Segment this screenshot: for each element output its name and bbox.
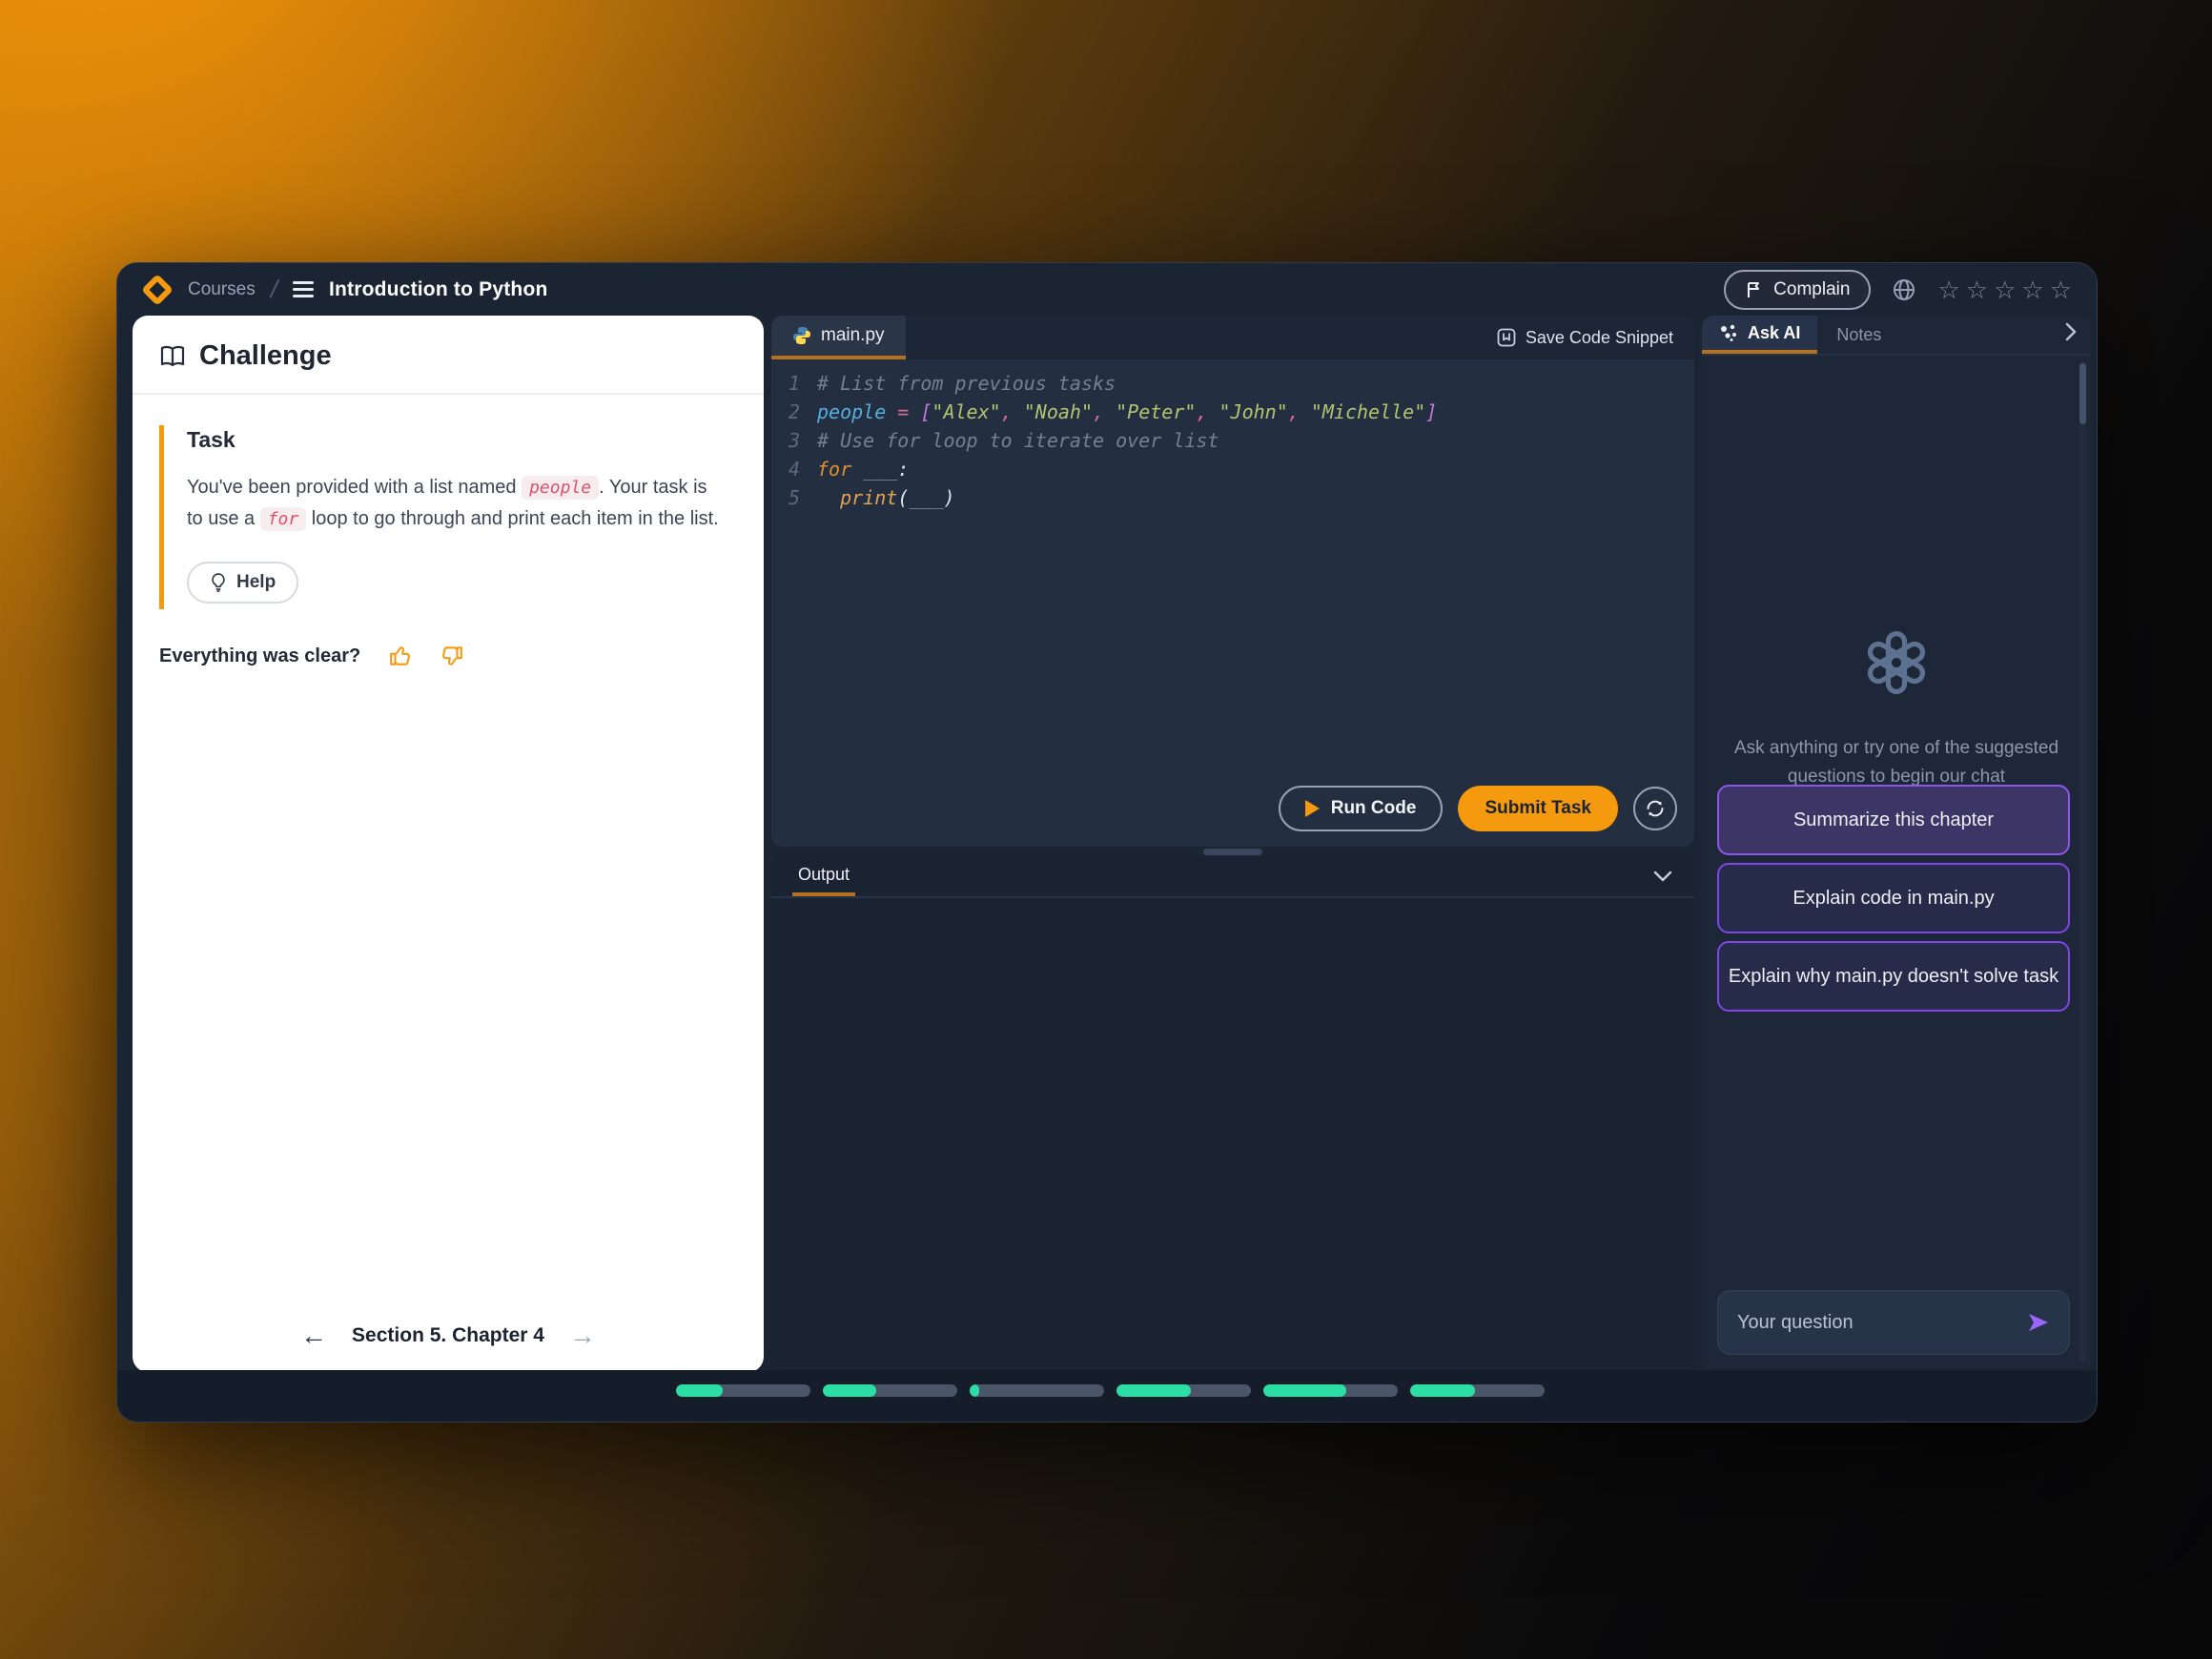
line-number: 4 — [771, 455, 817, 483]
refresh-icon — [1645, 798, 1666, 819]
code-line-content: # List from previous tasks — [817, 369, 1116, 398]
star-icon[interactable]: ☆ — [2021, 277, 2043, 302]
flag-icon — [1745, 280, 1764, 299]
openai-logo-icon — [1860, 626, 1933, 699]
progress-bar[interactable] — [970, 1384, 1104, 1397]
progress-bar[interactable] — [1410, 1384, 1545, 1397]
tab-main-py[interactable]: main.py — [771, 316, 906, 359]
tab-ask-ai[interactable]: Ask AI — [1702, 316, 1817, 354]
line-number: 2 — [771, 398, 817, 426]
progress-bar[interactable] — [1263, 1384, 1398, 1397]
inline-code-people: people — [522, 476, 599, 500]
drag-handle[interactable] — [1203, 849, 1262, 855]
progress-bar[interactable] — [1116, 1384, 1251, 1397]
progress-fill — [676, 1384, 723, 1397]
ask-ai-panel: Ask AI Notes — [1702, 316, 2091, 1372]
breadcrumb[interactable]: Courses — [188, 279, 256, 300]
ai-sparkle-icon — [1719, 323, 1738, 342]
thumbs-down-icon[interactable] — [439, 644, 463, 668]
task-description: You've been provided with a list named p… — [187, 472, 727, 535]
complain-button[interactable]: Complain — [1724, 270, 1871, 310]
course-menu-icon[interactable] — [293, 281, 314, 297]
code-line[interactable]: 2people = ["Alex", "Noah", "Peter", "Joh… — [771, 398, 1694, 426]
prev-chapter-arrow[interactable]: ← — [300, 1321, 327, 1351]
code-line[interactable]: 1# List from previous tasks — [771, 369, 1694, 398]
line-number: 1 — [771, 369, 817, 398]
suggested-question-button[interactable]: Summarize this chapter — [1717, 785, 2070, 855]
chapter-progress-bars — [676, 1384, 1545, 1397]
collapse-panel-icon[interactable] — [2064, 321, 2091, 349]
star-icon[interactable]: ☆ — [1937, 277, 1959, 302]
progress-fill — [1263, 1384, 1346, 1397]
progress-fill — [1410, 1384, 1475, 1397]
challenge-panel: Challenge Task You've been provided with… — [133, 316, 764, 1372]
book-icon — [159, 345, 186, 368]
star-icon[interactable]: ☆ — [1966, 277, 1988, 302]
star-icon[interactable]: ☆ — [1994, 277, 2016, 302]
output-panel: Output — [771, 856, 1694, 1372]
editor-output-splitter[interactable] — [771, 847, 1694, 856]
thumbs-up-icon[interactable] — [389, 644, 414, 668]
scrollbar-thumb[interactable] — [2079, 363, 2086, 424]
code-line-content: people = ["Alex", "Noah", "Peter", "John… — [817, 398, 1437, 426]
language-globe-icon[interactable] — [1892, 277, 1916, 302]
progress-bar[interactable] — [823, 1384, 957, 1397]
line-number: 5 — [771, 483, 817, 512]
question-input[interactable] — [1737, 1312, 2016, 1334]
next-chapter-arrow[interactable]: → — [569, 1321, 596, 1351]
top-bar: Courses / Introduction to Python Complai… — [117, 263, 2097, 316]
feedback-question: Everything was clear? — [159, 645, 360, 667]
lightbulb-icon — [210, 573, 227, 592]
star-icon[interactable]: ☆ — [2050, 277, 2072, 302]
suggested-questions: Summarize this chapter Explain code in ma… — [1717, 785, 2070, 1012]
code-line[interactable]: 4for ___: — [771, 455, 1694, 483]
run-code-button[interactable]: Run Code — [1279, 786, 1444, 831]
code-editor: main.py Save Code Snippet 1# List from p… — [771, 316, 1694, 847]
reset-code-button[interactable] — [1633, 787, 1677, 830]
rating-stars[interactable]: ☆☆☆☆☆ — [1937, 277, 2072, 302]
progress-bar[interactable] — [676, 1384, 810, 1397]
code-line-content: print(___) — [817, 483, 955, 512]
panel-scrollbar[interactable] — [2079, 361, 2086, 1362]
code-area[interactable]: 1# List from previous tasks2people = ["A… — [771, 359, 1694, 512]
save-code-snippet-button[interactable]: Save Code Snippet — [1497, 316, 1694, 359]
task-heading: Task — [187, 427, 737, 453]
breadcrumb-separator: / — [267, 275, 280, 304]
code-line-content: # Use for loop to iterate over list — [817, 426, 1219, 455]
code-line[interactable]: 3# Use for loop to iterate over list — [771, 426, 1694, 455]
suggested-question-button[interactable]: Explain why main.py doesn't solve task — [1717, 941, 2070, 1012]
send-icon[interactable] — [2027, 1312, 2050, 1333]
python-icon — [792, 326, 811, 345]
inline-code-for: for — [260, 507, 307, 531]
progress-fill — [1116, 1384, 1191, 1397]
course-title: Introduction to Python — [329, 278, 548, 301]
app-window: Courses / Introduction to Python Complai… — [116, 262, 2098, 1423]
tab-output[interactable]: Output — [792, 856, 855, 896]
snippet-icon — [1497, 328, 1516, 347]
code-line[interactable]: 5 print(___) — [771, 483, 1694, 512]
panel-title: Challenge — [199, 340, 332, 372]
task-block: Task You've been provided with a list na… — [159, 425, 737, 609]
question-input-wrapper — [1717, 1290, 2070, 1355]
submit-task-button[interactable]: Submit Task — [1458, 786, 1618, 831]
collapse-output-icon[interactable] — [1652, 870, 1673, 883]
tab-notes[interactable]: Notes — [1817, 316, 1900, 354]
brand-logo-icon[interactable] — [142, 275, 173, 305]
ai-empty-state-text: Ask anything or try one of the suggested… — [1702, 734, 2091, 792]
code-line-content: for ___: — [817, 455, 909, 483]
progress-fill — [970, 1384, 979, 1397]
help-button[interactable]: Help — [187, 562, 298, 604]
play-icon — [1305, 800, 1320, 817]
progress-fill — [823, 1384, 876, 1397]
suggested-question-button[interactable]: Explain code in main.py — [1717, 863, 2070, 933]
line-number: 3 — [771, 426, 817, 455]
chapter-nav-label: Section 5. Chapter 4 — [352, 1324, 544, 1347]
